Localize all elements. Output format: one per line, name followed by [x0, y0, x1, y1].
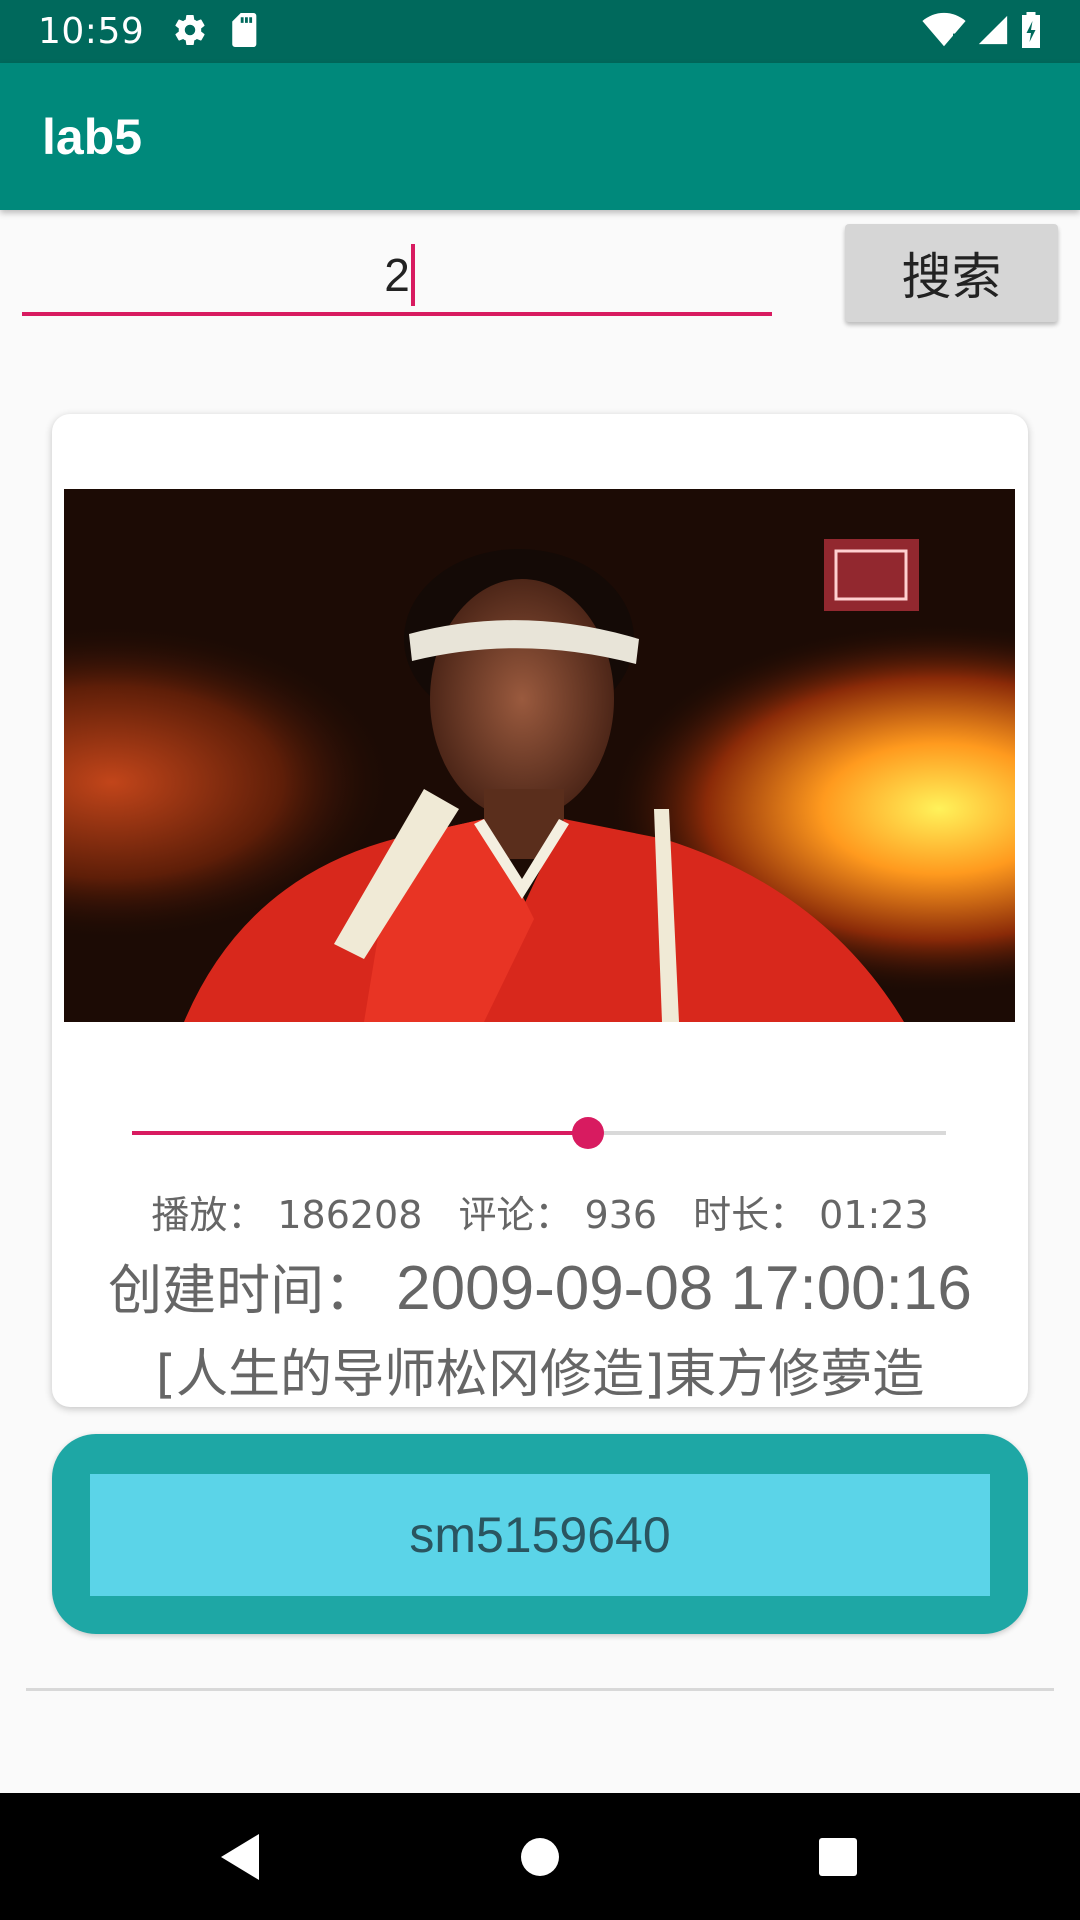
created-time: 创建时间： 2009-09-08 17:00:16: [52, 1246, 1028, 1325]
duration-stat: 时长： 01:23: [687, 1193, 935, 1237]
video-id: sm5159640: [90, 1474, 990, 1596]
text-cursor: [411, 244, 415, 306]
screen: 10:59 lab5 搜索: [0, 0, 1080, 1920]
wifi-icon: [922, 12, 966, 52]
list-divider: [26, 1688, 1054, 1691]
playback-slider-fill: [132, 1131, 588, 1135]
app-title: lab5: [42, 108, 143, 165]
plays-stat: 播放： 186208: [145, 1193, 428, 1237]
settings-icon: [172, 12, 208, 52]
playback-slider[interactable]: [132, 1117, 946, 1149]
duration-label: 时长：: [693, 1193, 808, 1237]
navigation-bar: [0, 1793, 1080, 1920]
signal-icon: [976, 13, 1010, 51]
created-time-label: 创建时间：: [108, 1259, 379, 1322]
sd-card-icon: [230, 12, 260, 51]
video-id-panel: sm5159640: [52, 1434, 1028, 1634]
video-thumbnail[interactable]: [64, 489, 1015, 1022]
search-button[interactable]: 搜索: [845, 224, 1058, 322]
recents-icon[interactable]: [778, 1793, 898, 1920]
status-time: 10:59: [38, 11, 145, 52]
comments-value: 936: [584, 1193, 658, 1237]
plays-label: 播放：: [151, 1193, 266, 1237]
back-icon[interactable]: [180, 1793, 300, 1920]
status-bar: 10:59: [0, 0, 1080, 63]
search-input[interactable]: [22, 238, 772, 316]
home-icon[interactable]: [480, 1793, 600, 1920]
status-icons-right: [922, 11, 1042, 52]
battery-icon: [1020, 11, 1042, 52]
video-stats: 播放： 186208 评论： 936 时长： 01:23: [52, 1184, 1028, 1239]
video-card[interactable]: 播放： 186208 评论： 936 时长： 01:23 创建时间： 2009-09-0…: [52, 414, 1028, 1407]
created-time-value: 2009-09-08 17:00:16: [396, 1254, 972, 1323]
duration-value: 01:23: [819, 1193, 929, 1237]
comments-stat: 评论： 936: [453, 1193, 664, 1237]
status-icons-left: [172, 12, 260, 52]
video-title: [人生的导师松冈修造]東方修夢造: [155, 1345, 925, 1405]
comments-label: 评论：: [458, 1193, 573, 1237]
plays-value: 186208: [277, 1193, 423, 1237]
playback-slider-thumb[interactable]: [571, 1117, 604, 1149]
app-bar: lab5: [0, 63, 1080, 210]
